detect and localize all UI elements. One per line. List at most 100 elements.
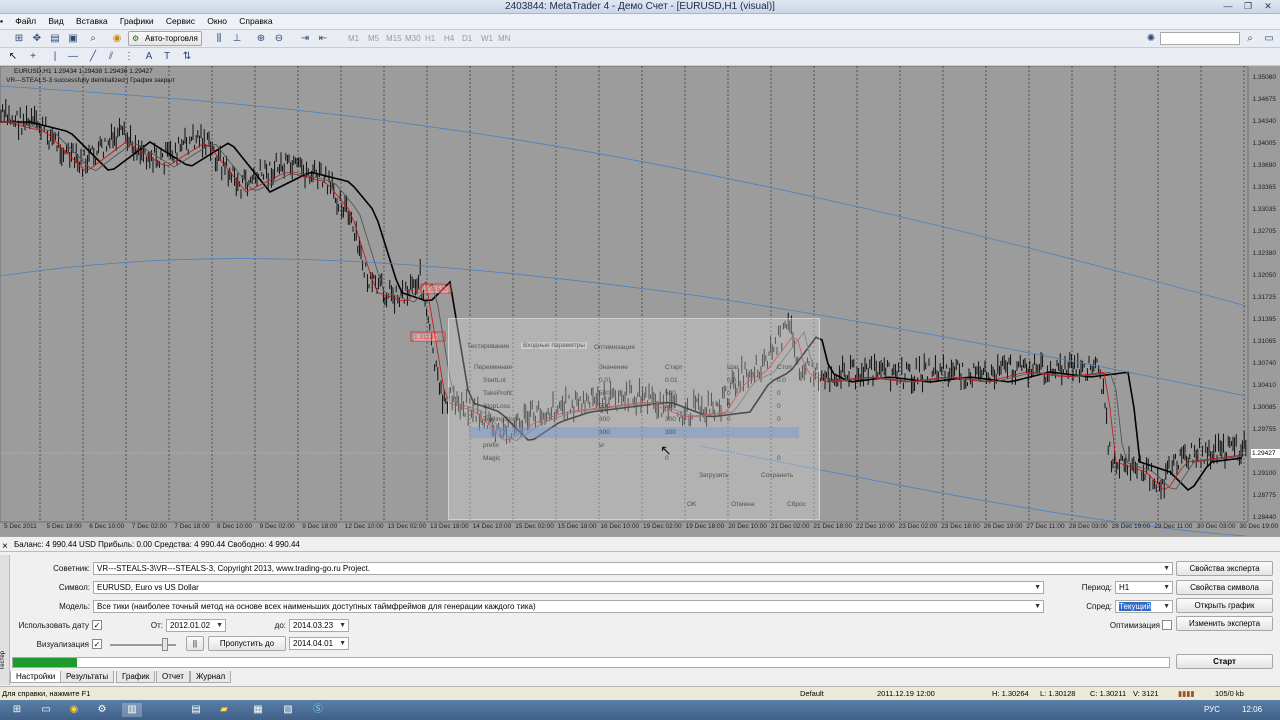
start-menu-icon[interactable]: ⊞ — [4, 703, 30, 717]
fibonacci-icon[interactable]: ⋮ — [122, 50, 136, 64]
zoom-out-icon[interactable]: ⊖ — [272, 32, 286, 46]
profiles-icon[interactable]: ✥ — [30, 32, 44, 46]
spread-label: Спред: — [1086, 602, 1112, 611]
candle-chart-icon[interactable]: ⊥ — [230, 32, 244, 46]
timeframe-h4[interactable]: H4 — [444, 34, 454, 43]
menu-insert[interactable]: Вставка — [71, 14, 113, 28]
app-task-icon[interactable]: ▤ — [186, 703, 206, 717]
chevron-down-icon: ▼ — [1163, 603, 1170, 610]
bar-chart-icon[interactable]: ⫼ — [212, 32, 226, 46]
help-icon[interactable]: ▭ — [1262, 32, 1276, 46]
use-date-checkbox[interactable]: ✓ — [92, 620, 102, 630]
skip-to-button[interactable]: Пропустить до — [208, 636, 286, 651]
symbol-select[interactable]: EURUSD, Euro vs US Dollar ▼ — [93, 581, 1044, 594]
time-tick-label: 9 Dec 02:00 — [259, 523, 295, 530]
expert-select[interactable]: VR---STEALS-3\VR---STEALS-3, Copyright 2… — [93, 562, 1173, 575]
model-select[interactable]: Все тики (наиболее точный метод на основ… — [93, 600, 1044, 613]
price-tick-label: 1.29100 — [1252, 470, 1277, 477]
time-tick-label: 30 Dec 03:00 — [1196, 523, 1236, 530]
menu-file[interactable]: Файл — [10, 14, 41, 28]
tab-settings[interactable]: Настройки — [10, 671, 62, 683]
menu-view[interactable]: Вид — [43, 14, 68, 28]
menu-window[interactable]: Окно — [202, 14, 232, 28]
metatrader-task-icon[interactable]: ▥ — [122, 703, 142, 717]
search-icon[interactable]: ⌕ — [1243, 32, 1257, 46]
new-chart-icon[interactable]: ⊞ — [12, 32, 26, 46]
dialog-cell: 0.0 — [727, 377, 737, 384]
skype-icon[interactable]: Ⓢ — [308, 703, 328, 717]
timeframe-mn[interactable]: MN — [498, 34, 510, 43]
expert-icon[interactable]: ◉ — [110, 32, 124, 46]
price-tick-label: 1.29755 — [1252, 426, 1277, 433]
chart-shift-icon[interactable]: ⇤ — [316, 32, 330, 46]
close-button[interactable]: ✕ — [1256, 0, 1280, 13]
timeframe-m1[interactable]: M1 — [348, 34, 359, 43]
to-date-input[interactable]: 2014.03.23 ▼ — [289, 619, 349, 632]
spread-select[interactable]: Текущий ▼ — [1115, 600, 1173, 613]
from-date-input[interactable]: 2012.01.02 ▼ — [166, 619, 226, 632]
language-indicator[interactable]: РУС — [1204, 705, 1220, 714]
tab-results[interactable]: Результаты — [60, 671, 115, 683]
expert-properties-button[interactable]: Свойства эксперта — [1176, 561, 1273, 576]
dialog-save-button: Сохранить — [761, 472, 794, 479]
time-tick-label: 21 Dec 18:00 — [813, 523, 853, 530]
tab-journal[interactable]: Журнал — [190, 671, 232, 683]
dialog-cell: StartLot — [483, 377, 506, 384]
vertical-line-icon[interactable]: | — [48, 50, 62, 64]
symbol-properties-button[interactable]: Свойства символа — [1176, 580, 1273, 595]
timeframe-m5[interactable]: M5 — [368, 34, 379, 43]
spread-value: Текущий — [1119, 602, 1151, 611]
title-bar: 2403844: MetaTrader 4 - Демо Счет - [EUR… — [0, 0, 1280, 14]
skip-to-date-input[interactable]: 2014.04.01 ▼ — [289, 637, 349, 650]
crosshair-icon[interactable]: + — [26, 50, 40, 64]
price-chart[interactable]: EURUSD,H1 1.29434 1.29438 1.29436 1.2942… — [0, 66, 1280, 536]
text-label-icon[interactable]: T — [160, 50, 174, 64]
cursor-icon[interactable]: ↖ — [6, 50, 20, 64]
open-chart-button[interactable]: Открыть график — [1176, 598, 1273, 613]
tab-graph[interactable]: График — [116, 671, 156, 683]
menu-charts[interactable]: Графики — [115, 14, 159, 28]
community-icon[interactable]: ✺ — [1144, 32, 1158, 46]
settings-icon[interactable]: ⚙ — [92, 703, 112, 717]
browser-icon[interactable]: ◉ — [64, 703, 84, 717]
autotrading-button[interactable]: ⚙ Авто-торговля — [128, 31, 202, 46]
price-tick-label: 1.28775 — [1252, 492, 1277, 499]
pause-button[interactable]: || — [186, 636, 204, 651]
zoom-icon[interactable]: ⌕ — [86, 32, 100, 46]
folder-task-icon[interactable]: ▰ — [214, 703, 234, 717]
visualization-checkbox[interactable]: ✓ — [92, 639, 102, 649]
autoscroll-icon[interactable]: ⇥ — [298, 32, 312, 46]
trendline-icon[interactable]: ╱ — [86, 50, 100, 64]
folder-icon[interactable]: ▤ — [48, 32, 62, 46]
time-tick-label: 9 Dec 18:00 — [302, 523, 338, 530]
explorer-icon[interactable]: ▭ — [36, 703, 56, 717]
time-tick-label: 19 Dec 02:00 — [643, 523, 682, 530]
arrows-icon[interactable]: ⇅ — [180, 50, 194, 64]
timeframe-d1[interactable]: D1 — [462, 34, 472, 43]
speed-slider-thumb[interactable] — [162, 638, 168, 651]
start-button[interactable]: Старт — [1176, 654, 1273, 669]
dialog-header-variable: Переменная — [474, 364, 512, 371]
zoom-in-icon[interactable]: ⊕ — [254, 32, 268, 46]
tab-report[interactable]: Отчет — [156, 671, 190, 683]
channel-icon[interactable]: ⫽ — [104, 50, 118, 64]
app-task-icon[interactable]: ▧ — [278, 703, 298, 717]
menu-help[interactable]: Справка — [234, 14, 277, 28]
optimization-checkbox[interactable] — [1162, 620, 1172, 630]
price-tick-label: 1.30410 — [1252, 382, 1277, 389]
skip-to-date-value: 2014.04.01 — [293, 639, 334, 648]
period-select[interactable]: H1 ▼ — [1115, 581, 1173, 594]
timeframe-m15[interactable]: M15 — [386, 34, 402, 43]
menu-tools[interactable]: Сервис — [161, 14, 200, 28]
timeframe-m30[interactable]: M30 — [405, 34, 421, 43]
app-task-icon[interactable]: ▦ — [248, 703, 268, 717]
divider — [0, 551, 1280, 552]
timeframe-h1[interactable]: H1 — [425, 34, 435, 43]
chevron-down-icon: ▼ — [1034, 603, 1041, 610]
horizontal-line-icon[interactable]: — — [66, 50, 80, 64]
search-input[interactable] — [1160, 32, 1240, 45]
text-icon[interactable]: A — [142, 50, 156, 64]
navigator-icon[interactable]: ▣ — [66, 32, 80, 46]
modify-expert-button[interactable]: Изменить эксперта — [1176, 616, 1273, 631]
timeframe-w1[interactable]: W1 — [481, 34, 493, 43]
